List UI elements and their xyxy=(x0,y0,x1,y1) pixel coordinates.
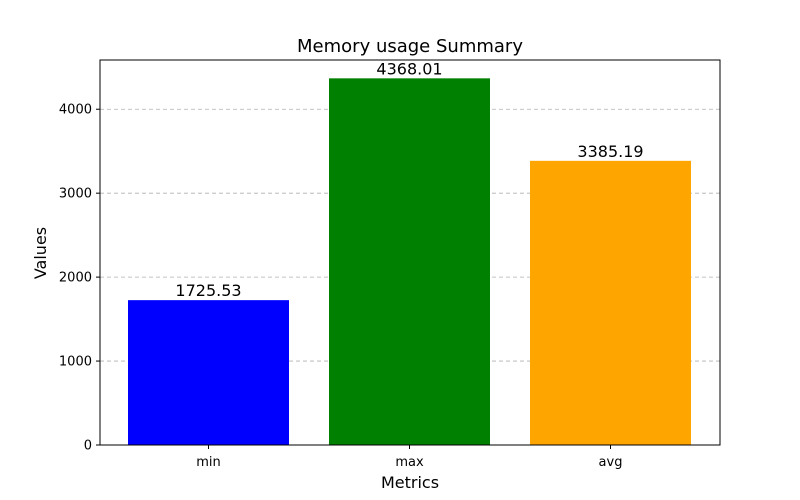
y-tick-label: 0 xyxy=(84,439,92,454)
data-label-avg: 3385.19 xyxy=(577,142,643,161)
y-tick-label: 3000 xyxy=(59,187,92,202)
bar-avg xyxy=(530,160,691,446)
y-axis-ticks: 0 1000 2000 3000 4000 xyxy=(59,103,100,454)
y-axis-label: Values xyxy=(31,227,50,279)
data-label-min: 1725.53 xyxy=(175,281,241,300)
x-axis-label: Metrics xyxy=(381,473,439,492)
x-axis-ticks: min max avg xyxy=(196,445,622,470)
y-tick-label: 1000 xyxy=(59,355,92,370)
x-tick-label-avg: avg xyxy=(599,455,623,470)
chart-title: Memory usage Summary xyxy=(297,36,523,57)
bar-chart: Memory usage Summary 1725.53 4368.01 3385.… xyxy=(31,36,721,492)
x-tick-label-max: max xyxy=(395,455,424,470)
bar-layer xyxy=(128,78,691,446)
y-tick-label: 2000 xyxy=(59,271,92,286)
data-label-max: 4368.01 xyxy=(376,59,442,78)
y-tick-label: 4000 xyxy=(59,103,92,118)
bar-min xyxy=(128,300,289,445)
bar-max xyxy=(329,78,490,446)
x-tick-label-min: min xyxy=(196,455,221,470)
